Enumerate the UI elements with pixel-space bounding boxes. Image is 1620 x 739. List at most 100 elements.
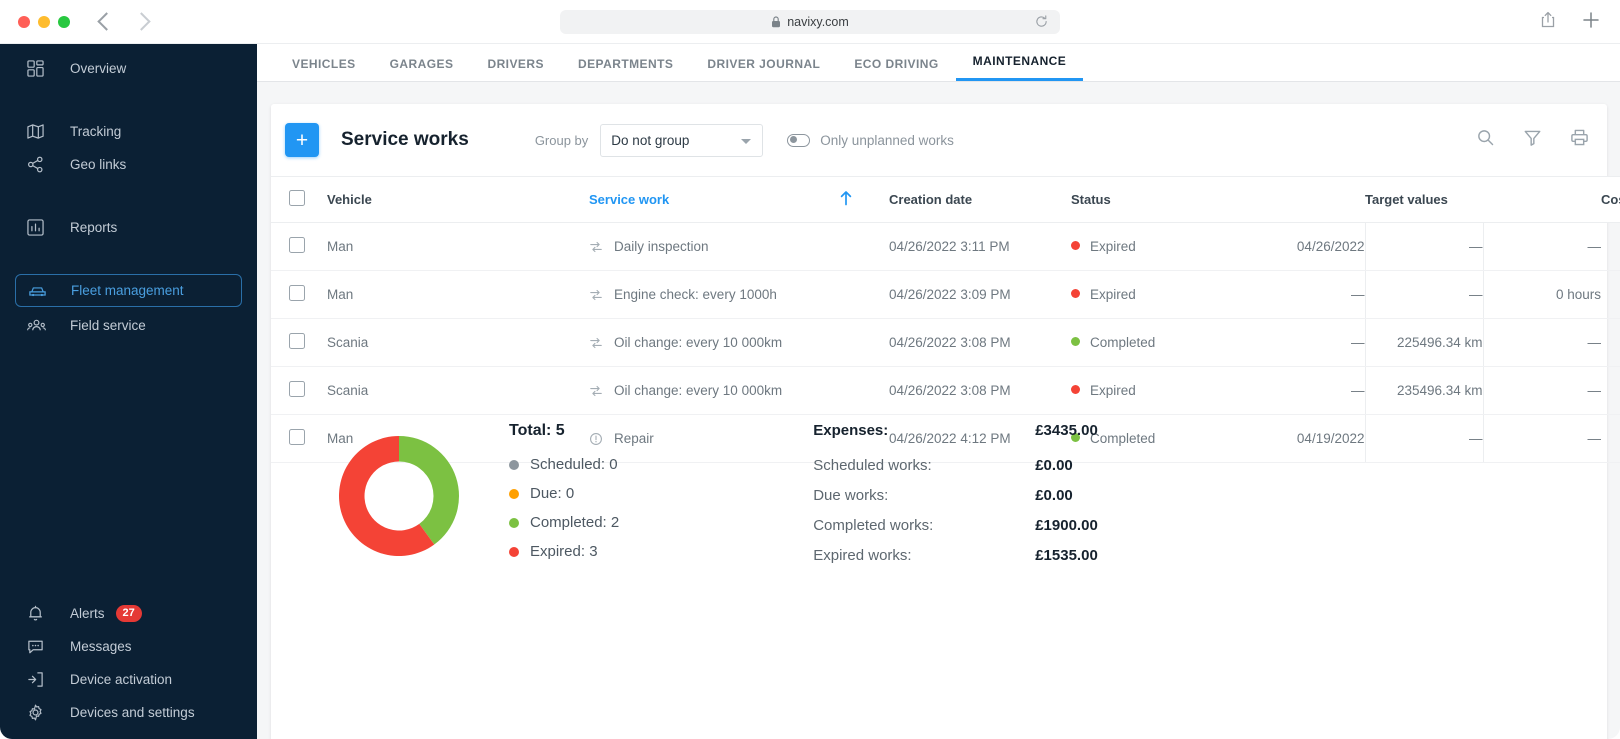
cell-creation-date: 04/26/2022 3:11 PM	[875, 222, 1061, 271]
row-checkbox[interactable]	[289, 381, 305, 397]
status-dot	[1071, 289, 1080, 298]
window-controls[interactable]	[18, 15, 70, 28]
device-activation-icon	[27, 671, 53, 688]
row-checkbox[interactable]	[289, 285, 305, 301]
filter-icon[interactable]	[1523, 128, 1542, 152]
expenses-due-value: £0.00	[1035, 487, 1073, 504]
cell-service-work-label: Daily inspection	[614, 239, 709, 254]
sidebar-item-label: Tracking	[70, 124, 122, 139]
maximize-window-button[interactable]	[58, 15, 70, 28]
sidebar-item-label: Messages	[70, 639, 132, 654]
minimize-window-button[interactable]	[38, 15, 50, 28]
legend-dot-expired	[509, 546, 519, 557]
column-header-status[interactable]: Status	[1061, 176, 1247, 223]
select-all-checkbox[interactable]	[289, 190, 305, 206]
column-header-vehicle[interactable]: Vehicle	[327, 176, 589, 223]
tab-departments[interactable]: DEPARTMENTS	[561, 57, 690, 81]
column-header-creation-date[interactable]: Creation date	[875, 176, 1061, 223]
row-checkbox[interactable]	[289, 333, 305, 349]
row-checkbox[interactable]	[289, 237, 305, 253]
sidebar-item-label: Alerts	[70, 606, 105, 621]
sidebar-item-reports[interactable]: Reports	[15, 211, 242, 244]
map-icon	[27, 123, 53, 140]
cell-status-label: Completed	[1090, 335, 1156, 350]
tab-maintenance[interactable]: MAINTENANCE	[955, 54, 1084, 81]
tab-vehicles[interactable]: VEHICLES	[275, 57, 373, 81]
legend-label-completed: Completed: 2	[530, 514, 620, 531]
legend-label-due: Due: 0	[530, 485, 575, 502]
sidebar-item-geo-links[interactable]: Geo links	[15, 148, 242, 181]
legend-dot-due	[509, 488, 519, 499]
share-icon[interactable]	[1540, 11, 1556, 34]
only-unplanned-toggle-wrap[interactable]: Only unplanned works	[787, 133, 954, 148]
add-service-work-button[interactable]: +	[285, 123, 319, 157]
legend-item-scheduled: Scheduled: 0	[509, 456, 619, 473]
expenses-due-label: Due works:	[813, 487, 889, 504]
sidebar-item-alerts[interactable]: Alerts 27	[15, 597, 242, 630]
tab-eco-driving[interactable]: ECO DRIVING	[837, 57, 955, 81]
select-all-header[interactable]	[271, 176, 327, 223]
arrow-up-icon	[839, 191, 853, 209]
repeat-icon	[589, 384, 603, 398]
repeat-icon	[589, 240, 603, 254]
reload-icon[interactable]	[1035, 15, 1048, 31]
cell-service-work: Engine check: every 1000h	[589, 270, 839, 319]
expenses-scheduled-value: £0.00	[1035, 457, 1073, 474]
expenses-total-value: £3435.00	[1035, 422, 1098, 439]
only-unplanned-toggle[interactable]	[787, 133, 811, 147]
column-header-service-work[interactable]: Service work	[589, 176, 839, 223]
cell-target-hours: —	[1482, 318, 1601, 367]
close-window-button[interactable]	[18, 15, 30, 28]
chat-icon	[27, 638, 53, 655]
repeat-icon	[589, 336, 603, 350]
back-chevron-icon[interactable]	[97, 12, 116, 31]
table-row[interactable]: Scania Oil change: every 10 000km 04/26/…	[271, 318, 1620, 367]
print-icon[interactable]	[1570, 128, 1589, 152]
group-by-select[interactable]: Do not group	[600, 123, 764, 157]
sort-indicator[interactable]	[839, 176, 875, 223]
tab-drivers[interactable]: DRIVERS	[470, 57, 561, 81]
bell-icon	[27, 605, 53, 622]
cell-service-work-label: Oil change: every 10 000km	[614, 335, 783, 350]
address-bar[interactable]: navixy.com	[560, 10, 1060, 34]
bar-chart-icon	[27, 219, 53, 236]
sidebar-item-tracking[interactable]: Tracking	[15, 115, 242, 148]
grid-icon	[27, 60, 53, 77]
new-tab-plus-icon[interactable]	[1582, 11, 1600, 34]
legend-label-expired: Expired: 3	[530, 543, 598, 560]
sidebar-item-device-activation[interactable]: Device activation	[15, 663, 242, 696]
cell-status: Expired	[1061, 270, 1247, 319]
sidebar-item-label: Reports	[70, 220, 118, 235]
tab-driver-journal[interactable]: DRIVER JOURNAL	[690, 57, 837, 81]
column-header-cost[interactable]: Cost	[1601, 176, 1620, 223]
cell-vehicle: Man	[327, 222, 589, 271]
legend-dot-completed	[509, 517, 519, 528]
repeat-icon	[589, 288, 603, 302]
table-row[interactable]: Man Engine check: every 1000h 04/26/2022…	[271, 270, 1620, 319]
service-works-toolbar: + Service works Group by Do not group On…	[271, 104, 1607, 176]
alerts-badge: 27	[115, 604, 142, 623]
forward-chevron-icon[interactable]	[132, 12, 151, 31]
sidebar-item-messages[interactable]: Messages	[15, 630, 242, 663]
lock-icon	[771, 16, 781, 28]
sidebar-item-label: Overview	[70, 61, 127, 76]
expenses-expired-row: Expired works: £1535.00	[813, 547, 1373, 564]
status-dot	[1071, 385, 1080, 394]
cell-target-date: 04/26/2022	[1247, 222, 1365, 271]
sidebar-item-overview[interactable]: Overview	[15, 52, 242, 85]
expenses-completed-label: Completed works:	[813, 517, 934, 534]
search-icon[interactable]	[1476, 128, 1495, 152]
page-title: Service works	[341, 129, 469, 150]
table-row[interactable]: Scania Oil change: every 10 000km 04/26/…	[271, 366, 1620, 415]
sidebar-item-label: Device activation	[70, 672, 173, 687]
cell-vehicle: Scania	[327, 366, 589, 415]
column-header-target-values[interactable]: Target values	[1365, 176, 1483, 223]
table-row[interactable]: Man Daily inspection 04/26/2022 3:11 PM …	[271, 222, 1620, 271]
tab-garages[interactable]: GARAGES	[373, 57, 471, 81]
expenses-completed-row: Completed works: £1900.00	[813, 517, 1373, 534]
sidebar: Overview Tracking Geo links Reports Flee…	[0, 44, 257, 739]
sidebar-item-field-service[interactable]: Field service	[15, 309, 242, 342]
cell-target-hours: —	[1482, 222, 1601, 271]
sidebar-item-fleet-management[interactable]: Fleet management	[15, 274, 242, 307]
sidebar-item-devices-and-settings[interactable]: Devices and settings	[15, 696, 242, 729]
